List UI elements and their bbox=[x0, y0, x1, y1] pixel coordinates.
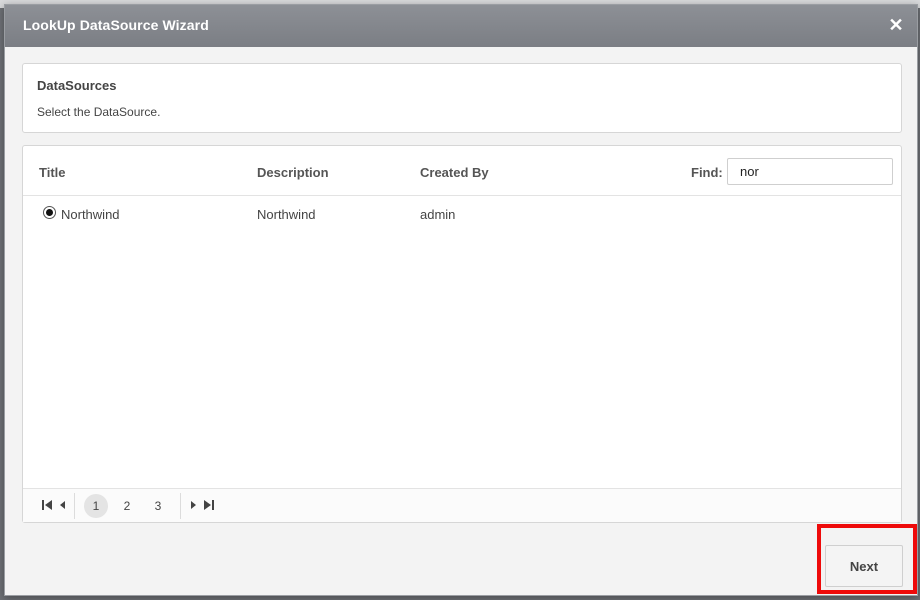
last-page-icon[interactable] bbox=[203, 499, 215, 513]
column-header-title[interactable]: Title bbox=[39, 165, 66, 180]
page-1-button[interactable]: 1 bbox=[84, 494, 108, 518]
section-title: DataSources bbox=[37, 78, 117, 93]
page-2-button[interactable]: 2 bbox=[115, 494, 139, 518]
column-header-description[interactable]: Description bbox=[257, 165, 329, 180]
grid-header: Title Description Created By Find: bbox=[23, 146, 901, 196]
next-page-icon[interactable] bbox=[189, 499, 197, 513]
close-icon[interactable]: ✕ bbox=[885, 14, 907, 36]
pager-divider bbox=[180, 493, 181, 519]
next-button[interactable]: Next bbox=[825, 545, 903, 587]
find-label: Find: bbox=[691, 165, 723, 180]
table-row[interactable]: Northwind Northwind admin bbox=[23, 204, 901, 226]
cell-description: Northwind bbox=[257, 207, 316, 222]
first-page-icon[interactable] bbox=[41, 499, 53, 513]
page-3-button[interactable]: 3 bbox=[146, 494, 170, 518]
section-subtitle: Select the DataSource. bbox=[37, 105, 161, 119]
find-input[interactable] bbox=[727, 158, 893, 185]
column-header-created-by[interactable]: Created By bbox=[420, 165, 489, 180]
datasources-header-panel: DataSources Select the DataSource. bbox=[22, 63, 902, 133]
row-radio-button[interactable] bbox=[43, 206, 56, 219]
dialog-title: LookUp DataSource Wizard bbox=[23, 17, 209, 33]
cell-title: Northwind bbox=[61, 207, 120, 222]
datasources-grid: Title Description Created By Find: North… bbox=[22, 145, 902, 523]
cell-created-by: admin bbox=[420, 207, 456, 222]
pager-divider bbox=[74, 493, 75, 519]
dialog-titlebar: LookUp DataSource Wizard ✕ bbox=[5, 5, 917, 47]
pager: 1 2 3 bbox=[23, 488, 901, 522]
prev-page-icon[interactable] bbox=[59, 499, 67, 513]
lookup-datasource-wizard-dialog: LookUp DataSource Wizard ✕ DataSources S… bbox=[4, 4, 918, 596]
